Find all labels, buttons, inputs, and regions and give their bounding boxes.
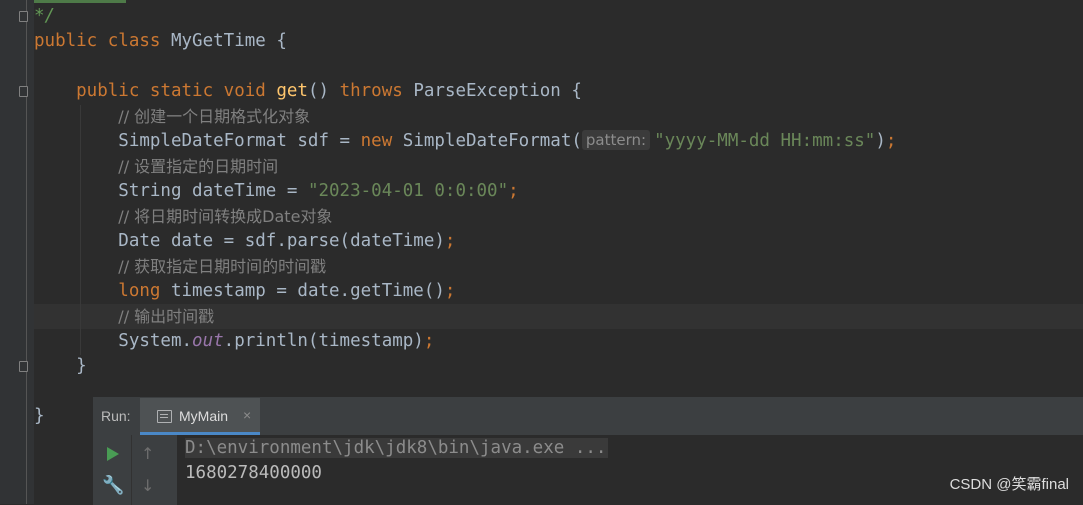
code-token: public [34,81,150,101]
code-token: Date date = sdf.parse(dateTime) [34,231,445,251]
code-token: } [34,406,45,426]
code-token: void [223,81,277,101]
console-command-line: D:\environment\jdk\jdk8\bin\java.exe ... [185,437,609,459]
parameter-hint: pattern: [581,130,651,150]
code-token: "2023-04-01 0:0:00" [307,181,509,201]
code-token: ; [885,131,897,151]
wrench-icon[interactable]: 🔧 [102,475,124,496]
run-label: Run: [101,408,131,424]
code-token: () [307,81,340,101]
code-line[interactable]: SimpleDateFormat sdf = new SimpleDateFor… [34,129,896,154]
code-line[interactable]: // 创建一个日期格式化对象 [34,104,310,129]
code-line[interactable]: // 输出时间戳 [34,304,214,329]
code-token: throws [339,81,414,101]
code-token: timestamp = date.getTime() [170,281,445,301]
code-token: ; [423,331,435,351]
code-token: // 获取指定日期时间的时间戳 [118,257,327,276]
fold-marker-icon[interactable] [19,86,28,97]
code-line[interactable]: String dateTime = "2023-04-01 0:0:00"; [34,179,519,204]
code-token: .println(timestamp) [223,331,424,351]
fold-marker-icon[interactable] [19,361,28,372]
code-line[interactable]: // 获取指定日期时间的时间戳 [34,254,326,279]
code-token: ) [875,131,886,151]
tab-mymain-label: MyMain [179,408,229,424]
code-line[interactable]: public class MyGetTime { [34,29,287,54]
code-token: */ [34,6,56,26]
gutter-divider [26,0,27,504]
code-token: String dateTime = [34,181,308,201]
code-line[interactable]: */ [34,4,55,29]
code-line[interactable]: // 设置指定的日期时间 [34,154,278,179]
code-line[interactable]: long timestamp = date.getTime(); [34,279,455,304]
code-token: out [192,331,224,351]
code-token: System. [34,331,193,351]
watermark: CSDN @笑霸final [949,476,1069,493]
toolbar-divider [131,435,132,505]
scroll-down-icon[interactable]: ↓ [141,476,154,495]
editor-gutter [0,0,34,504]
code-token: SimpleDateFormat sdf = [34,131,361,151]
fold-marker-icon[interactable] [19,11,28,22]
code-line[interactable]: // 将日期时间转换成Date对象 [34,204,332,229]
code-token: // 设置指定的日期时间 [118,157,279,176]
code-line[interactable]: System.out.println(timestamp); [34,329,434,354]
code-token: ; [444,231,456,251]
code-line[interactable]: } [34,404,45,429]
console-tab-icon [157,410,172,423]
code-token: new [360,131,403,151]
run-panel-header: Run: MyMain × [93,398,1083,435]
run-icon[interactable] [107,447,119,461]
code-token: long [118,281,171,301]
code-line[interactable]: Date date = sdf.parse(dateTime); [34,229,455,254]
run-toolbar: 🔧 ↑ ↓ [93,435,177,505]
code-token: public [34,31,108,51]
code-token: "yyyy-MM-dd HH:mm:ss" [654,131,876,151]
code-token: class [107,31,171,51]
tab-close-icon[interactable]: × [243,407,251,423]
code-token: MyGetTime { [170,31,287,51]
code-token: get [276,81,308,101]
code-token: ParseException { [413,81,582,101]
code-token: SimpleDateFormat( [402,131,582,151]
code-token: // 将日期时间转换成Date对象 [118,207,333,226]
code-line[interactable]: } [34,354,87,379]
code-token: } [34,356,87,376]
console-command[interactable]: D:\environment\jdk\jdk8\bin\java.exe ... [185,438,609,458]
console-output: 1680278400000 [185,463,322,483]
code-token: ; [444,281,456,301]
run-panel: Run: MyMain × 🔧 ↑ ↓ D:\environment\jdk\j… [93,397,1083,505]
code-token: ; [508,181,519,201]
code-token: static [149,81,224,101]
code-token: // 输出时间戳 [118,307,215,326]
code-line[interactable]: public static void get() throws ParseExc… [34,79,582,104]
scroll-up-icon[interactable]: ↑ [141,444,154,463]
code-token: // 创建一个日期格式化对象 [118,107,311,126]
